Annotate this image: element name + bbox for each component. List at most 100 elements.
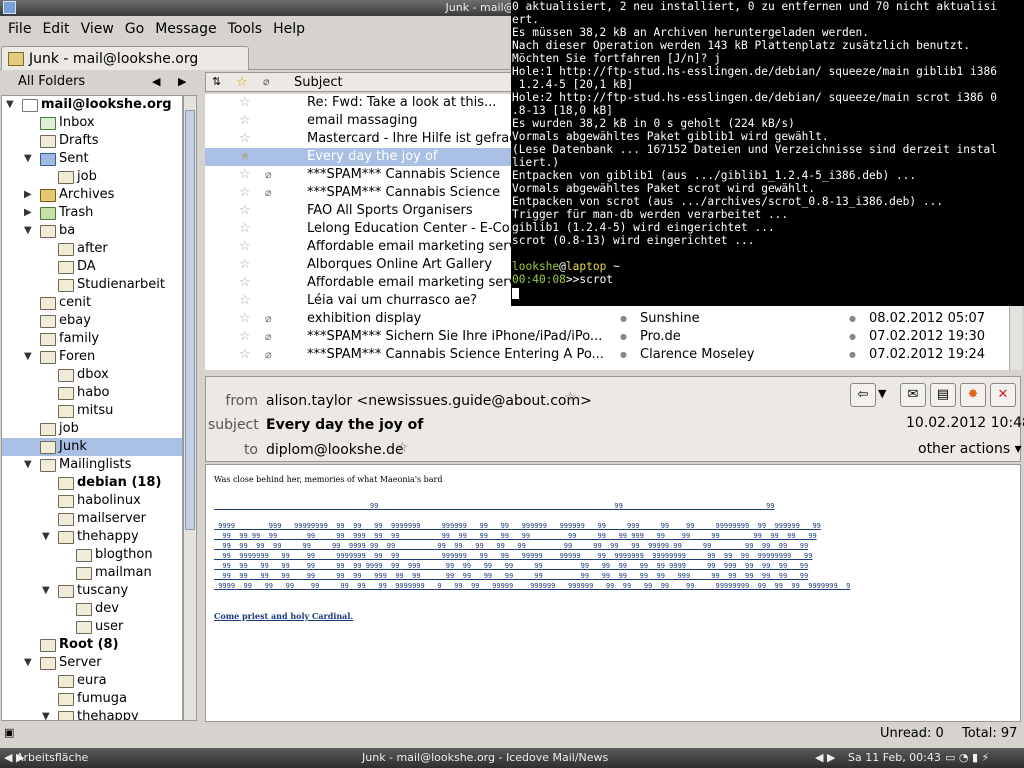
folder-item[interactable]: ▶ Archives [2, 186, 182, 204]
menu-tools[interactable]: Tools [224, 18, 270, 42]
folder-item[interactable]: mailman [2, 564, 182, 582]
folder-tree-scrollbar[interactable] [183, 95, 197, 721]
star-icon[interactable]: ☆ [239, 184, 251, 202]
other-actions-menu[interactable]: other actions ▾ [918, 441, 1022, 457]
collapse-icon[interactable]: ▼ [42, 708, 50, 720]
menu-message[interactable]: Message [151, 18, 223, 42]
tab-junk[interactable]: Junk - mail@lookshe.org [1, 46, 249, 70]
subject-column-header[interactable]: Subject [294, 75, 343, 90]
menu-view[interactable]: View [77, 18, 121, 42]
read-status-icon[interactable]: ● [620, 346, 627, 364]
read-status-icon[interactable]: ● [620, 310, 627, 328]
star-icon[interactable]: ☆ [239, 202, 251, 220]
star-icon[interactable]: ☆ [564, 390, 577, 406]
thread-column-icon[interactable]: ⇅ [212, 75, 221, 88]
folder-item[interactable]: Drafts [2, 132, 182, 150]
folder-item[interactable]: cenit [2, 294, 182, 312]
folder-item[interactable]: ▼ mail@lookshe.org [2, 96, 182, 114]
online-status-icon[interactable]: ▣ [4, 726, 14, 739]
message-row[interactable]: ☆ ⌀ ***SPAM*** Cannabis Science Entering A… [205, 346, 1009, 364]
taskbar-arrows[interactable]: ◀ ▶ [815, 748, 835, 768]
folder-item[interactable]: job [2, 168, 182, 186]
menu-edit[interactable]: Edit [38, 18, 76, 42]
message-row[interactable]: ☆ ⌀ exhibition display ● Sunshine ● 08.02.2012… [205, 310, 1009, 328]
collapse-icon[interactable]: ▼ [24, 654, 32, 672]
folder-item[interactable]: user [2, 618, 182, 636]
folder-item[interactable]: ▼ Sent [2, 150, 182, 168]
read-status-icon[interactable]: ● [620, 328, 627, 346]
folder-item[interactable]: Junk [2, 438, 182, 456]
junk-status-icon[interactable]: ● [849, 346, 856, 364]
folder-item[interactable]: eura [2, 672, 182, 690]
collapse-icon[interactable]: ▼ [24, 348, 32, 366]
folder-item[interactable]: ▶ Trash [2, 204, 182, 222]
junk-status-icon[interactable]: ● [849, 310, 856, 328]
chevron-down-icon[interactable]: ▼ [878, 387, 886, 400]
body-ascii-art[interactable]: 99 99 99 9999 999 99999999 99 99 99 9999… [214, 501, 850, 591]
folder-item[interactable]: fumuga [2, 690, 182, 708]
taskbar-window[interactable]: Junk - mail@lookshe.org - Icedove Mail/N… [362, 748, 608, 768]
star-icon[interactable]: ☆ [239, 220, 251, 238]
collapse-icon[interactable]: ▼ [42, 582, 50, 600]
star-icon[interactable]: ☆ [239, 94, 251, 112]
terminal-command-line[interactable]: 00:40:08>>scrot [512, 273, 1024, 286]
folder-item[interactable]: Inbox [2, 114, 182, 132]
workspace-switcher[interactable]: ◀ Arbeitsfläche 2 ▶ [4, 748, 88, 768]
star-icon[interactable]: ☆ [239, 238, 251, 256]
folder-item[interactable]: mailserver [2, 510, 182, 528]
folder-item[interactable]: ▼ thehappy [2, 528, 182, 546]
archive-button[interactable]: ▤ [930, 383, 956, 407]
folder-item[interactable]: ebay [2, 312, 182, 330]
star-icon[interactable]: ★ [239, 148, 251, 166]
folder-item[interactable]: debian (18) [2, 474, 182, 492]
from-value[interactable]: alison.taylor <newsissues.guide@about.co… [266, 393, 592, 409]
folder-item[interactable]: family [2, 330, 182, 348]
folder-item[interactable]: Root (8) [2, 636, 182, 654]
folder-item[interactable]: ▼ ba [2, 222, 182, 240]
folder-item[interactable]: dbox [2, 366, 182, 384]
star-icon[interactable]: ☆ [239, 130, 251, 148]
forward-button[interactable]: ✉ [900, 383, 926, 407]
folder-item[interactable]: DA [2, 258, 182, 276]
junk-button[interactable]: ✸ [960, 383, 986, 407]
star-icon[interactable]: ☆ [396, 440, 409, 456]
expand-icon[interactable]: ▶ [24, 186, 32, 204]
collapse-icon[interactable]: ▼ [6, 96, 14, 114]
folder-item[interactable]: habo [2, 384, 182, 402]
menu-go[interactable]: Go [121, 18, 151, 42]
star-icon[interactable]: ☆ [239, 346, 251, 364]
menu-help[interactable]: Help [269, 18, 312, 42]
folder-item[interactable]: habolinux [2, 492, 182, 510]
collapse-icon[interactable]: ▼ [24, 222, 32, 240]
folder-item[interactable]: Studienarbeit [2, 276, 182, 294]
collapse-icon[interactable]: ▼ [42, 528, 50, 546]
folder-item[interactable]: ▼ Server [2, 654, 182, 672]
message-row[interactable]: ☆ ⌀ ***SPAM*** Sichern Sie Ihre iPhone/iPa… [205, 328, 1009, 346]
reply-button[interactable]: ⇦ [850, 383, 876, 407]
collapse-icon[interactable]: ▼ [24, 150, 32, 168]
folder-item[interactable]: blogthon [2, 546, 182, 564]
body-link[interactable]: Come priest and holy Cardinal. [214, 611, 353, 621]
star-icon[interactable]: ☆ [239, 328, 251, 346]
scrollbar-thumb[interactable] [185, 110, 195, 530]
folder-item[interactable]: mitsu [2, 402, 182, 420]
next-view-icon[interactable]: ▶ [178, 75, 186, 88]
star-icon[interactable]: ☆ [239, 292, 251, 310]
terminal-window[interactable]: 0 aktualisiert, 2 neu installiert, 0 zu … [511, 0, 1024, 306]
star-icon[interactable]: ☆ [239, 274, 251, 292]
folder-item[interactable]: ▼ Mailinglists [2, 456, 182, 474]
prev-view-icon[interactable]: ◀ [152, 75, 160, 88]
folder-view-label[interactable]: All Folders [18, 74, 85, 89]
folder-item[interactable]: ▼ thehappy [2, 708, 182, 720]
menu-file[interactable]: File [4, 18, 38, 42]
tray-icons[interactable]: ▭ ◔ ▮ ⚡ [945, 748, 989, 768]
folder-item[interactable]: after [2, 240, 182, 258]
star-icon[interactable]: ☆ [239, 166, 251, 184]
attachment-column-icon[interactable]: ⌀ [263, 75, 270, 88]
junk-status-icon[interactable]: ● [849, 328, 856, 346]
star-icon[interactable]: ☆ [239, 112, 251, 130]
folder-item[interactable]: dev [2, 600, 182, 618]
folder-item[interactable]: ▼ tuscany [2, 582, 182, 600]
folder-item[interactable]: job [2, 420, 182, 438]
to-value[interactable]: diplom@lookshe.de [266, 442, 404, 458]
